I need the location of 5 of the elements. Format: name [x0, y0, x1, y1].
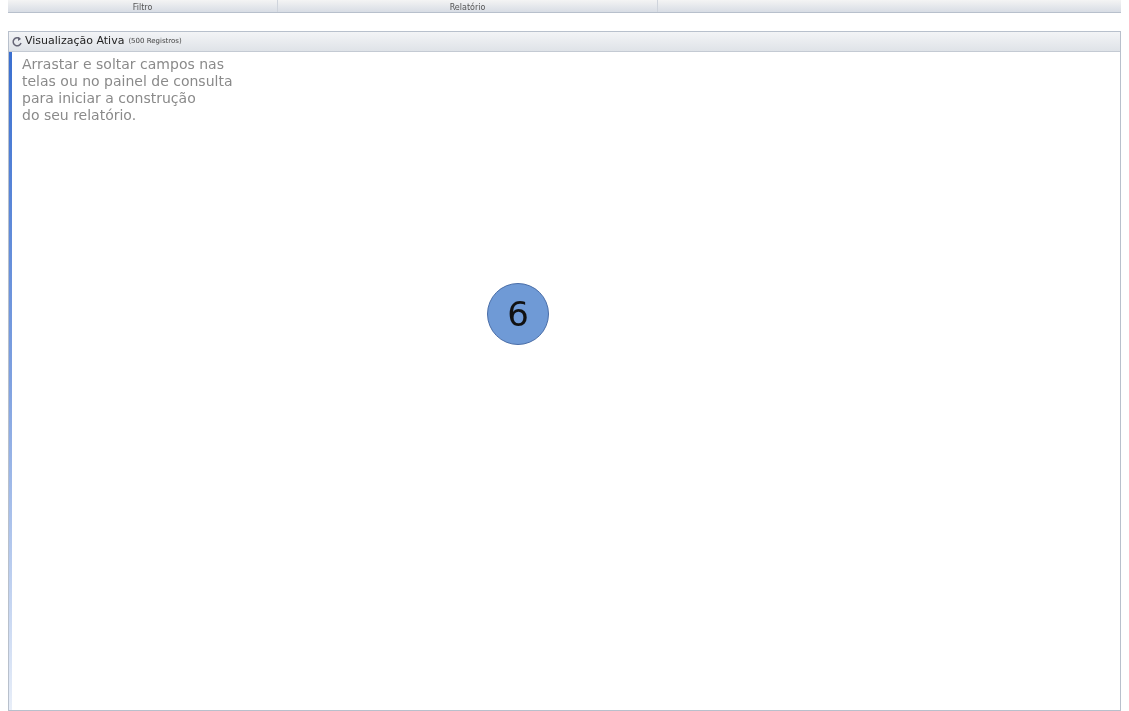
panel-title: Visualização Ativa [25, 33, 125, 50]
tab[interactable]: Relatório [278, 0, 658, 12]
empty-message: Arrastar e soltar campos nas telas ou no painel de consulta para iniciar a construção do seu relatório. [22, 56, 234, 124]
tab[interactable]: Filtro [8, 0, 278, 12]
refresh-icon [11, 35, 23, 48]
